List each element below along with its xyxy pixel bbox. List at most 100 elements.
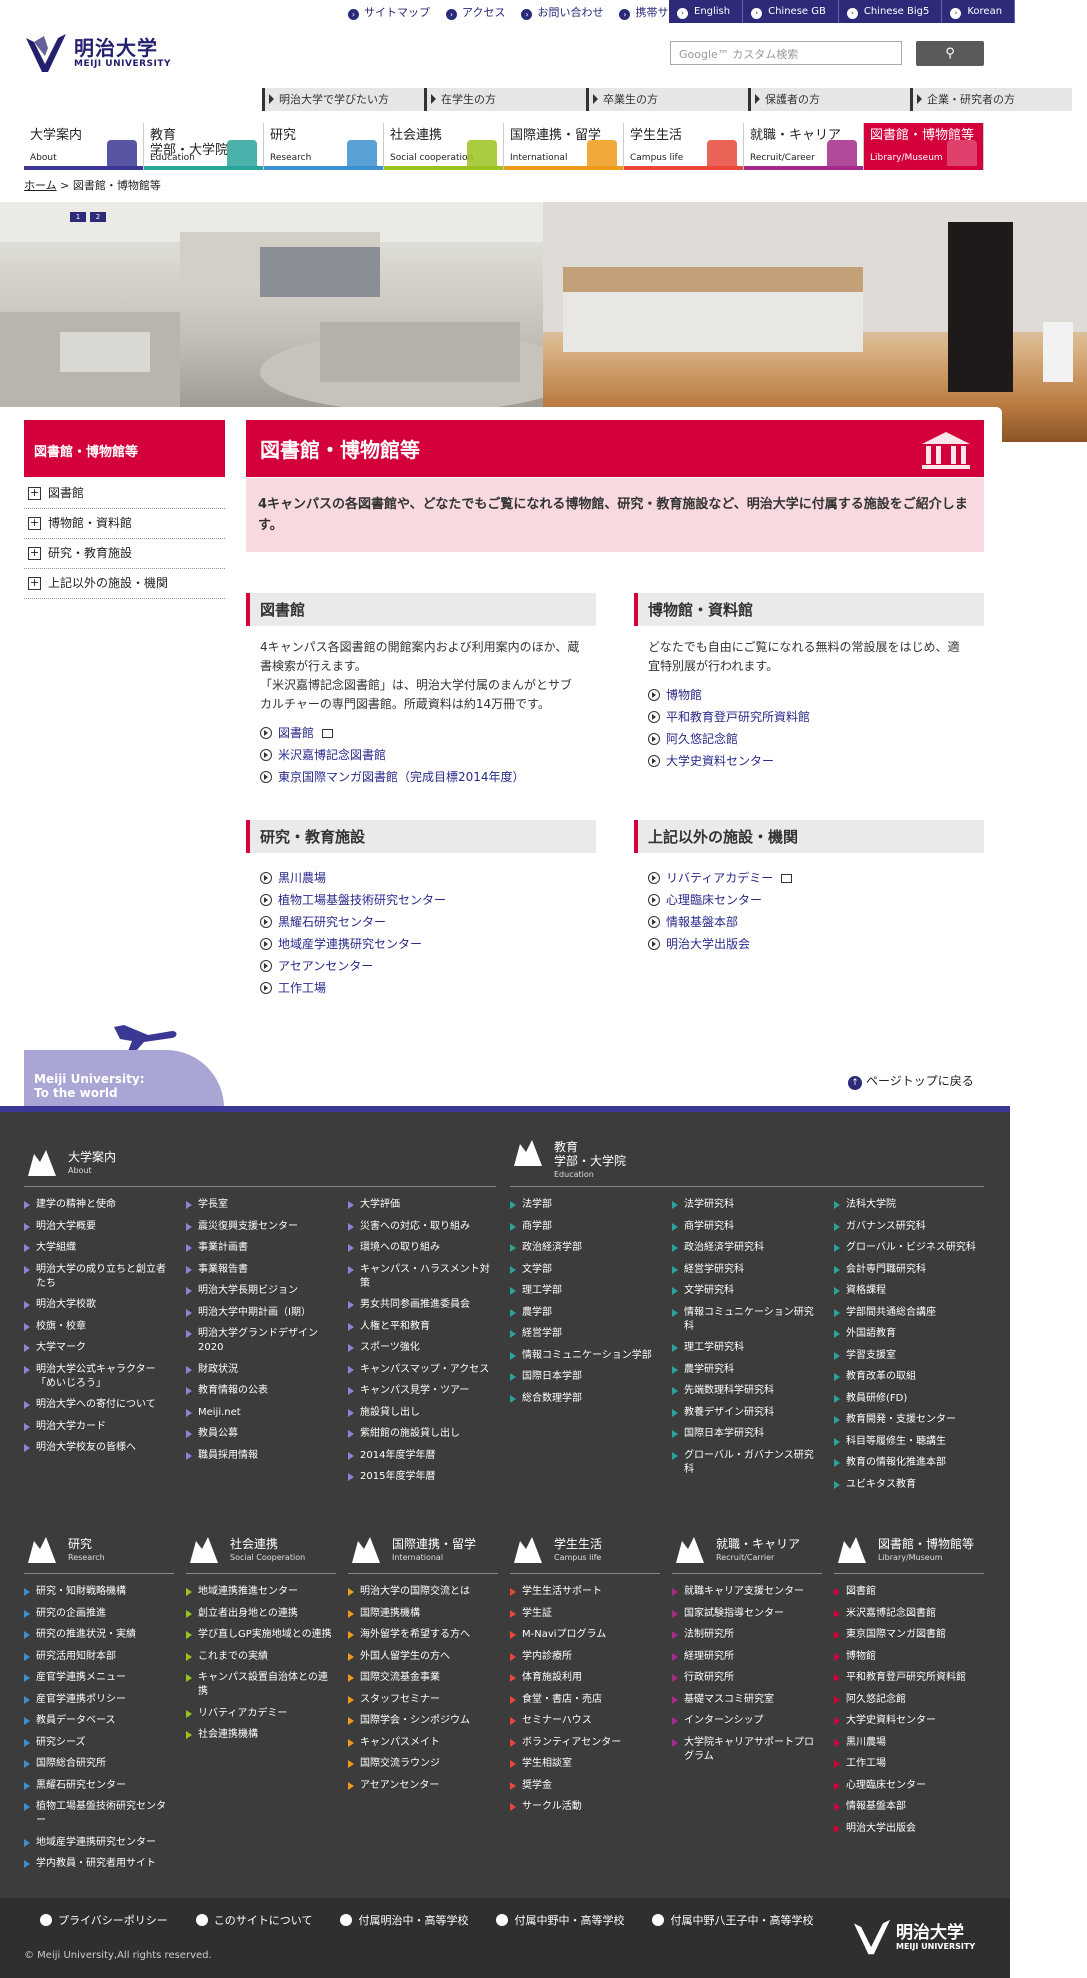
- footer-link[interactable]: 米沢嘉博記念図書館: [834, 1607, 984, 1621]
- section-link[interactable]: 地域産学連携研究センター: [260, 933, 582, 955]
- footer-link[interactable]: 明治大学概要: [24, 1220, 174, 1234]
- footer-link[interactable]: 研究シーズ: [24, 1736, 174, 1750]
- footer-link[interactable]: 国際日本学部: [510, 1370, 660, 1384]
- footer-link[interactable]: 阿久悠記念館: [834, 1693, 984, 1707]
- footer-link[interactable]: 文学研究科: [672, 1284, 822, 1298]
- section-link[interactable]: リバティアカデミー: [648, 867, 970, 889]
- footer-link[interactable]: 総合数理学部: [510, 1392, 660, 1406]
- footer-link[interactable]: 国際日本学研究科: [672, 1427, 822, 1441]
- footer-link[interactable]: 経営学研究科: [672, 1263, 822, 1277]
- footer-link[interactable]: Meiji.net: [186, 1406, 336, 1420]
- footer-link[interactable]: 教育改革の取組: [834, 1370, 984, 1384]
- footer-link[interactable]: 海外留学を希望する方へ: [348, 1628, 498, 1642]
- section-link[interactable]: 大学史資料センター: [648, 750, 970, 772]
- footer-link[interactable]: 2014年度学年暦: [348, 1449, 498, 1463]
- footer-link[interactable]: 国際学会・シンポジウム: [348, 1714, 498, 1728]
- footer-link[interactable]: 就職キャリア支援センター: [672, 1585, 822, 1599]
- footer-link[interactable]: 災害への対応・取り組み: [348, 1220, 498, 1234]
- about-site-link[interactable]: このサイトについて: [196, 1912, 313, 1928]
- footer-link[interactable]: 国際連携機構: [348, 1607, 498, 1621]
- footer-link[interactable]: 政治経済学研究科: [672, 1241, 822, 1255]
- footer-link[interactable]: 明治大学校友の皆様へ: [24, 1441, 174, 1455]
- footer-link[interactable]: 植物工場基盤技術研究センター: [24, 1800, 174, 1828]
- search-input[interactable]: Google™ カスタム検索: [670, 41, 902, 65]
- footer-link[interactable]: 国際交流基金事業: [348, 1671, 498, 1685]
- footer-link[interactable]: 法制研究所: [672, 1628, 822, 1642]
- footer-link[interactable]: 明治大学カード: [24, 1420, 174, 1434]
- footer-link[interactable]: 学内診療所: [510, 1650, 660, 1664]
- breadcrumb-home[interactable]: ホーム: [24, 179, 57, 192]
- lang-korean[interactable]: › Korean: [942, 0, 1016, 23]
- footer-link[interactable]: グローバル・ビジネス研究科: [834, 1241, 984, 1255]
- footer-link[interactable]: 教養デザイン研究科: [672, 1406, 822, 1420]
- footer-link[interactable]: 国際交流ラウンジ: [348, 1757, 498, 1771]
- footer-link[interactable]: 紫紺館の施設貸し出し: [348, 1427, 498, 1441]
- section-link[interactable]: 東京国際マンガ図書館（完成目標2014年度）: [260, 766, 582, 788]
- footer-link[interactable]: 理工学研究科: [672, 1341, 822, 1355]
- footer-link[interactable]: 地域連携推進センター: [186, 1585, 336, 1599]
- footer-link[interactable]: 体育施設利用: [510, 1671, 660, 1685]
- hachioji-school-link[interactable]: 付属中野八王子中・高等学校: [652, 1912, 813, 1928]
- footer-link[interactable]: 明治大学公式キャラクター「めいじろう」: [24, 1363, 174, 1391]
- audience-companies[interactable]: 企業・研究者の方: [910, 88, 1072, 111]
- footer-link[interactable]: 財政状況: [186, 1363, 336, 1377]
- footer-link[interactable]: 国際総合研究所: [24, 1757, 174, 1771]
- footer-link[interactable]: 平和教育登戸研究所資料館: [834, 1671, 984, 1685]
- gnav-career[interactable]: 就職・キャリア Recruit/Career: [744, 123, 864, 170]
- meiji-school-link[interactable]: 付属明治中・高等学校: [340, 1912, 468, 1928]
- footer-link[interactable]: 先端数理科学研究科: [672, 1384, 822, 1398]
- gnav-research[interactable]: 研究 Research: [264, 123, 384, 170]
- footer-link[interactable]: M-Naviプログラム: [510, 1628, 660, 1642]
- section-link[interactable]: 博物館: [648, 684, 970, 706]
- footer-link[interactable]: 事業報告書: [186, 1263, 336, 1277]
- footer-link[interactable]: 外国人留学生の方へ: [348, 1650, 498, 1664]
- footer-link[interactable]: 教育の情報化推進本部: [834, 1456, 984, 1470]
- section-link[interactable]: 黒川農場: [260, 867, 582, 889]
- footer-link[interactable]: 行政研究所: [672, 1671, 822, 1685]
- footer-link[interactable]: 学習支援室: [834, 1349, 984, 1363]
- footer-link[interactable]: 地域産学連携研究センター: [24, 1836, 174, 1850]
- footer-link[interactable]: 明治大学の国際交流とは: [348, 1585, 498, 1599]
- footer-link[interactable]: サークル活動: [510, 1800, 660, 1814]
- footer-link[interactable]: スタッフセミナー: [348, 1693, 498, 1707]
- footer-link[interactable]: ユビキタス教育: [834, 1478, 984, 1492]
- footer-link[interactable]: 商学研究科: [672, 1220, 822, 1234]
- footer-section-title[interactable]: 図書館・博物館等 Library/Museum: [878, 1537, 974, 1565]
- footer-link[interactable]: 教育開発・支援センター: [834, 1413, 984, 1427]
- footer-link[interactable]: 教員公募: [186, 1427, 336, 1441]
- footer-section-title[interactable]: 教育 学部・大学院 Education: [554, 1140, 626, 1182]
- footer-link[interactable]: 黒耀石研究センター: [24, 1779, 174, 1793]
- footer-link[interactable]: 理工学部: [510, 1284, 660, 1298]
- footer-link[interactable]: リバティアカデミー: [186, 1707, 336, 1721]
- site-logo[interactable]: 明治大学 MEIJI UNIVERSITY: [24, 32, 171, 74]
- section-link[interactable]: アセアンセンター: [260, 955, 582, 977]
- footer-link[interactable]: 男女共同参画推進委員会: [348, 1298, 498, 1312]
- footer-section-title[interactable]: 国際連携・留学 International: [392, 1537, 476, 1565]
- footer-link[interactable]: 学生生活サポート: [510, 1585, 660, 1599]
- section-link[interactable]: 明治大学出版会: [648, 933, 970, 955]
- footer-link[interactable]: 学び直しGP実施地域との連携: [186, 1628, 336, 1642]
- footer-link[interactable]: 基礎マスコミ研究室: [672, 1693, 822, 1707]
- audience-alumni[interactable]: 卒業生の方: [586, 88, 748, 111]
- footer-link[interactable]: 東京国際マンガ図書館: [834, 1628, 984, 1642]
- audience-parents[interactable]: 保護者の方: [748, 88, 910, 111]
- footer-link[interactable]: 明治大学グランドデザイン2020: [186, 1327, 336, 1355]
- footer-link[interactable]: 教員データベース: [24, 1714, 174, 1728]
- search-button[interactable]: ⚲: [916, 41, 984, 66]
- footer-link[interactable]: 研究・知財戦略機構: [24, 1585, 174, 1599]
- lang-chinese-big5[interactable]: › Chinese Big5: [839, 0, 943, 23]
- footer-link[interactable]: 博物館: [834, 1650, 984, 1664]
- footer-link[interactable]: 明治大学出版会: [834, 1822, 984, 1836]
- audience-students[interactable]: 在学生の方: [424, 88, 586, 111]
- footer-link[interactable]: 研究の企画推進: [24, 1607, 174, 1621]
- slide-dot-1[interactable]: 1: [70, 212, 86, 222]
- footer-link[interactable]: 法学部: [510, 1198, 660, 1212]
- footer-link[interactable]: 教育情報の公表: [186, 1384, 336, 1398]
- footer-section-title[interactable]: 大学案内 About: [68, 1150, 116, 1178]
- sidebar-item-museum[interactable]: 博物館・資料館: [24, 509, 225, 539]
- section-link[interactable]: 情報基盤本部: [648, 911, 970, 933]
- footer-link[interactable]: 2015年度学年暦: [348, 1470, 498, 1484]
- footer-section-title[interactable]: 社会連携 Social Cooperation: [230, 1537, 305, 1565]
- footer-link[interactable]: 建学の精神と使命: [24, 1198, 174, 1212]
- section-link[interactable]: 工作工場: [260, 977, 582, 999]
